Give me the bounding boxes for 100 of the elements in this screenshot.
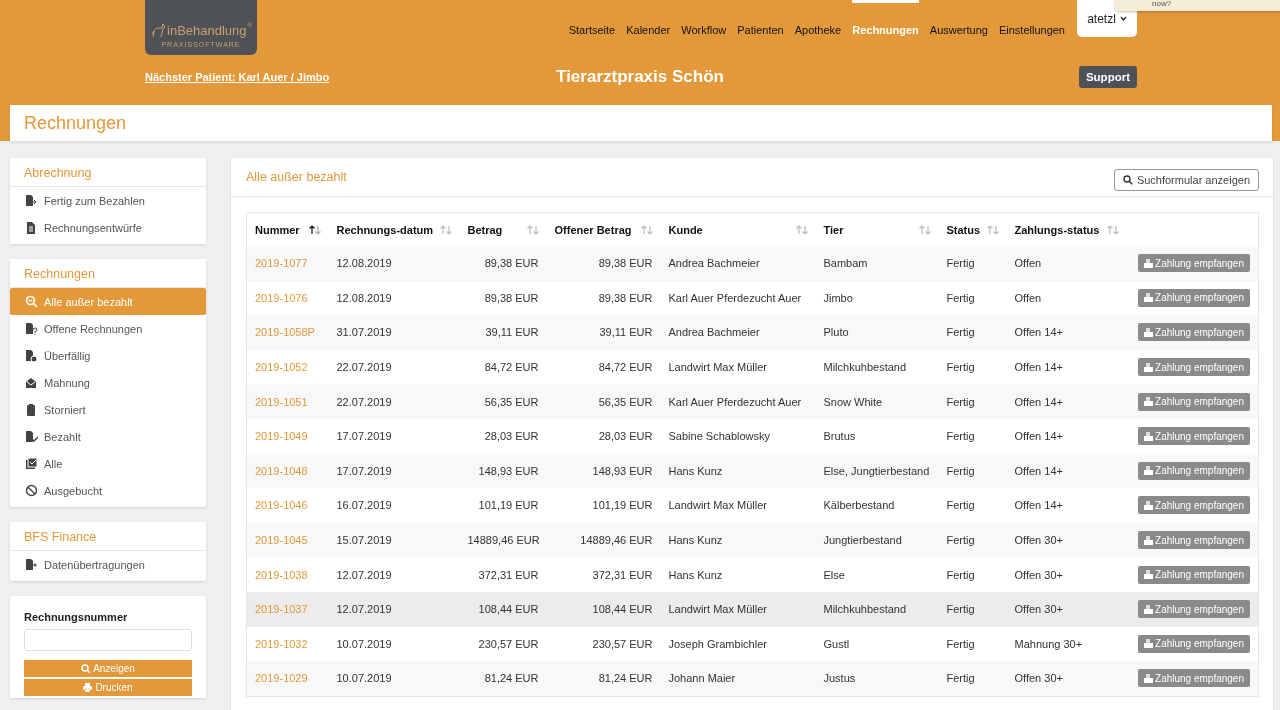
envelope-icon: [25, 376, 38, 389]
sidebar-item[interactable]: Mahnung: [10, 369, 206, 396]
printer-icon: [83, 683, 93, 692]
column-header[interactable]: Rechnungs-datum: [336, 223, 434, 236]
invoice-link[interactable]: 2019-1029: [246, 661, 329, 697]
table-cell: 12.07.2019: [328, 557, 460, 592]
table-cell: Offen 14+: [1006, 315, 1127, 350]
payment-received-button[interactable]: Zahlung empfangen: [1138, 427, 1250, 446]
nav-link[interactable]: Einstellungen: [998, 0, 1065, 36]
table-cell: 81,24 EUR: [546, 661, 661, 697]
invoice-link[interactable]: 2019-1052: [246, 349, 329, 385]
invoice-link[interactable]: 2019-1076: [246, 280, 329, 316]
payment-received-button[interactable]: Zahlung empfangen: [1138, 496, 1250, 515]
sidebar-item[interactable]: Fertig zum Bezahlen: [10, 187, 206, 214]
invoice-link[interactable]: 2019-1077: [246, 246, 329, 281]
payment-received-button[interactable]: Zahlung empfangen: [1138, 634, 1250, 653]
table-cell: 89,38 EUR: [546, 246, 661, 281]
dog-icon: [150, 22, 166, 38]
table-cell: Else: [815, 557, 939, 592]
nav-link[interactable]: Startseite: [568, 0, 616, 36]
nav-link[interactable]: Rechnungen: [852, 0, 919, 36]
invoice-link[interactable]: 2019-1045: [246, 522, 329, 558]
sidebar-item[interactable]: Alle: [10, 450, 206, 477]
invoice-link[interactable]: 2019-1048: [246, 453, 329, 489]
table-cell: 39,11 EUR: [546, 315, 661, 350]
table-cell: 148,93 EUR: [459, 453, 547, 489]
invoice-link[interactable]: 2019-1037: [246, 591, 329, 627]
show-search-form-button[interactable]: Suchformular anzeigen: [1113, 169, 1259, 191]
invoice-link[interactable]: 2019-1049: [246, 418, 329, 454]
table-cell: 108,44 EUR: [459, 591, 547, 627]
nav-link[interactable]: Kalender: [626, 0, 671, 36]
invoice-link[interactable]: 2019-1032: [246, 626, 329, 662]
document-check-icon: [25, 430, 38, 443]
table-cell: Hans Kunz: [660, 557, 816, 592]
table-cell: Offen 30+: [1006, 522, 1127, 558]
payment-received-button[interactable]: Zahlung empfangen: [1138, 600, 1250, 619]
table-cell: Hans Kunz: [660, 522, 816, 558]
nav-link[interactable]: Apotheke: [794, 0, 842, 36]
nav-link[interactable]: Patienten: [737, 0, 784, 36]
payment-received-button[interactable]: Zahlung empfangen: [1138, 461, 1250, 480]
invoice-link[interactable]: 2019-1051: [246, 384, 329, 419]
invoice-link[interactable]: 2019-1058P: [246, 315, 329, 350]
search-icon: [1122, 175, 1133, 185]
payment-received-button[interactable]: Zahlung empfangen: [1138, 669, 1250, 688]
table-cell: Offen: [1006, 280, 1127, 316]
clipboard-icon: [25, 403, 38, 416]
table-cell: Jungtierbestand: [815, 522, 939, 558]
table-cell: Mahnung 30+: [1006, 626, 1127, 662]
invoice-link[interactable]: 2019-1046: [246, 488, 329, 523]
table-cell: 230,57 EUR: [459, 626, 547, 662]
table-cell: Offen: [1006, 246, 1127, 281]
table-cell: 14889,46 EUR: [546, 522, 661, 558]
panel-title: BFS Finance: [10, 522, 206, 551]
invoice-number-field[interactable]: [24, 629, 192, 651]
table-cell: 28,03 EUR: [546, 418, 661, 454]
form-button[interactable]: Drucken: [24, 679, 192, 696]
table-cell: Brutus: [815, 418, 939, 454]
payment-received-button[interactable]: Zahlung empfangen: [1138, 254, 1250, 273]
table-cell: Karl Auer Pferdezucht Auer: [660, 280, 816, 316]
table-cell: Fertig: [938, 246, 1007, 281]
table-cell: Fertig: [938, 453, 1007, 489]
payment-received-button[interactable]: Zahlung empfangen: [1138, 392, 1250, 411]
table-cell: Fertig: [938, 591, 1007, 627]
column-header[interactable]: Tier: [823, 223, 844, 236]
sidebar-item[interactable]: Ausgebucht: [10, 477, 206, 504]
zoom-out-icon: [25, 295, 38, 308]
column-header[interactable]: Kunde: [668, 223, 703, 236]
payment-received-button[interactable]: Zahlung empfangen: [1138, 531, 1250, 550]
column-header[interactable]: Nummer: [255, 223, 300, 236]
column-header[interactable]: Zahlungs-status: [1014, 223, 1100, 236]
notification-popup[interactable]: now?: [1115, 0, 1280, 11]
sidebar-item[interactable]: Alle außer bezahlt: [10, 288, 206, 315]
sort-icon[interactable]: [308, 224, 321, 235]
table-cell: Fertig: [938, 280, 1007, 316]
sidebar-item[interactable]: Bezahlt: [10, 423, 206, 450]
table-cell: 372,31 EUR: [459, 557, 547, 592]
payment-received-button[interactable]: Zahlung empfangen: [1138, 358, 1250, 377]
column-header[interactable]: Offener Betrag: [554, 223, 632, 236]
next-patient-link[interactable]: Nächster Patient: Karl Auer / Jimbo: [145, 71, 330, 83]
sidebar-item[interactable]: Rechnungsentwürfe: [10, 214, 206, 241]
sidebar-item[interactable]: Offene Rechnungen: [10, 315, 206, 342]
column-header[interactable]: Betrag: [467, 223, 503, 236]
table-cell: 28,03 EUR: [459, 418, 547, 454]
table-cell: 84,72 EUR: [546, 349, 661, 385]
table-cell: 89,38 EUR: [459, 246, 547, 281]
nav-link[interactable]: Workflow: [681, 0, 727, 36]
payment-received-button[interactable]: Zahlung empfangen: [1138, 565, 1250, 584]
column-header[interactable]: Status: [946, 223, 981, 236]
form-button[interactable]: Anzeigen: [24, 660, 192, 677]
table-cell: Fertig: [938, 626, 1007, 662]
nav-link[interactable]: Auswertung: [929, 0, 988, 36]
invoice-link[interactable]: 2019-1038: [246, 557, 329, 592]
sidebar-item[interactable]: Datenübertragungen: [10, 551, 206, 578]
table-cell: 372,31 EUR: [546, 557, 661, 592]
sidebar-item[interactable]: Storniert: [10, 396, 206, 423]
payment-received-button[interactable]: Zahlung empfangen: [1138, 288, 1250, 307]
table-cell: 17.07.2019: [328, 418, 460, 454]
sidebar-item[interactable]: Überfällig: [10, 342, 206, 369]
support-button[interactable]: Support: [1078, 66, 1137, 88]
payment-received-button[interactable]: Zahlung empfangen: [1138, 323, 1250, 342]
